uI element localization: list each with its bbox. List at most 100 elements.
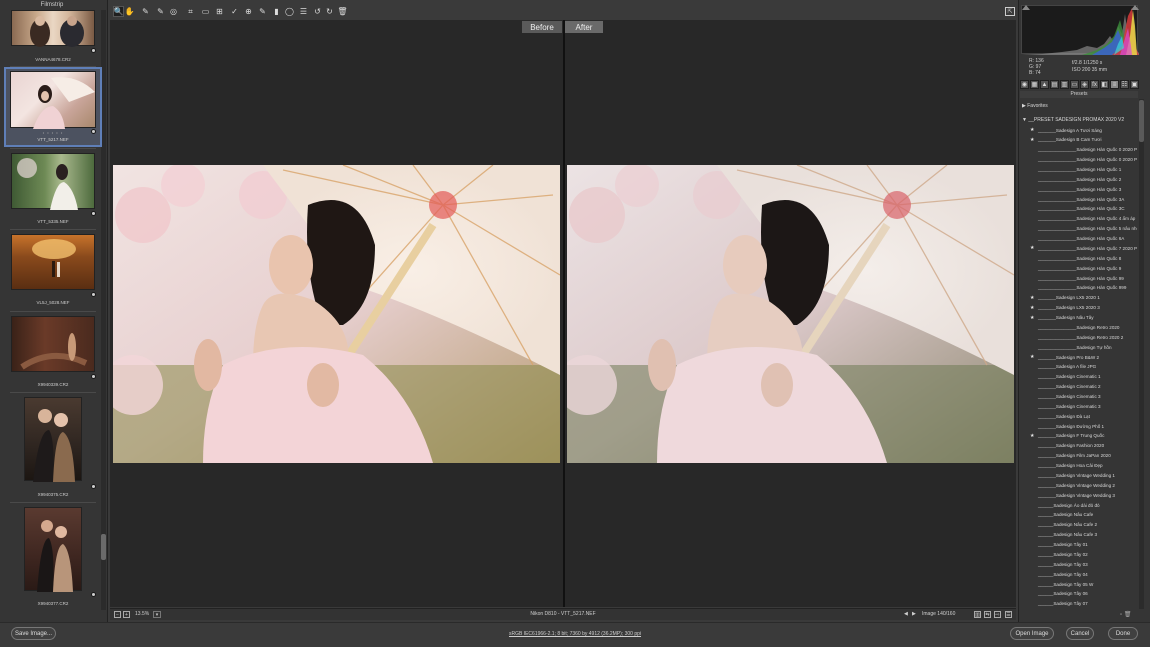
- preset-item[interactable]: ★ _______Sadesign F Trung Quốc: [1020, 432, 1137, 441]
- favorites-group[interactable]: ▶ Favorites: [1022, 103, 1137, 109]
- preview-image-before[interactable]: [113, 165, 560, 463]
- open-image-button[interactable]: Open Image: [1010, 627, 1054, 640]
- filmstrip-scrollbar-thumb[interactable]: [101, 534, 106, 560]
- preset-item[interactable]: ★ _______Sadesign B Cam Tươi: [1020, 136, 1137, 145]
- preset-item[interactable]: _______Sadesign Vintage Wedding 2: [1020, 481, 1137, 490]
- preset-item[interactable]: _______________Sadesign Hàn Quốc 99: [1020, 274, 1137, 283]
- preset-item[interactable]: _______________Sadesign Hàn Quốc 3: [1020, 185, 1137, 194]
- preset-item[interactable]: _______________Sadesign Retro 2020 2: [1020, 333, 1137, 342]
- preset-item[interactable]: _______Sadesign Cinematic 2: [1020, 383, 1137, 392]
- effects-icon[interactable]: fx: [1090, 80, 1099, 89]
- cancel-button[interactable]: Cancel: [1066, 627, 1094, 640]
- transform-icon[interactable]: ⊞: [214, 6, 225, 17]
- preset-item[interactable]: ______Sadesign Tây 06: [1020, 590, 1137, 599]
- preset-item[interactable]: ______Sadesign Tây 01: [1020, 541, 1137, 550]
- preset-item[interactable]: ★ _______Sadesign LX5 2020 1: [1020, 294, 1137, 303]
- preferences-icon[interactable]: ☰: [298, 6, 309, 17]
- filmstrip-item[interactable]: VL5J_5028.NEF: [6, 233, 100, 308]
- favorite-star-icon[interactable]: ★: [1030, 295, 1034, 301]
- preset-item[interactable]: ★ _______Sadesign LX5 2020 3: [1020, 304, 1137, 313]
- hand-icon[interactable]: ✋: [124, 6, 135, 17]
- preset-item[interactable]: _______Sadesign Vintage Wedding 3: [1020, 491, 1137, 500]
- preset-item[interactable]: _______Sadesign A file JPG: [1020, 363, 1137, 372]
- rotate-right-icon[interactable]: ↻: [324, 6, 335, 17]
- basic-panel-icon[interactable]: ◉: [1020, 80, 1029, 89]
- filmstrip-item[interactable]: VTT_5335.NEF: [6, 152, 100, 227]
- favorite-star-icon[interactable]: ★: [1030, 433, 1034, 439]
- white-balance-icon[interactable]: ✎: [140, 6, 151, 17]
- preset-item[interactable]: ______Sadesign Áo dài đỏ đỏ: [1020, 501, 1137, 510]
- rating-stars[interactable]: • • • • •: [6, 130, 100, 135]
- preset-item[interactable]: ______Sadesign Tây 02: [1020, 550, 1137, 559]
- transform-panel-icon[interactable]: ◈: [1080, 80, 1089, 89]
- preset-item[interactable]: _______Sadesign Fashion 2020: [1020, 442, 1137, 451]
- preset-group[interactable]: ▼ __PRESET SADESIGN PROMAX 2020 V2: [1022, 117, 1137, 123]
- preset-item[interactable]: _______________Sadesign Hàn Quốc 3A: [1020, 195, 1137, 204]
- split-toning-icon[interactable]: ▥: [1060, 80, 1069, 89]
- adjustment-brush-icon[interactable]: ✎: [257, 6, 268, 17]
- preset-item[interactable]: ______Sadesign Tây 03: [1020, 560, 1137, 569]
- preset-item[interactable]: ★ _______________Sadesign Hàn Quốc 7 2020…: [1020, 244, 1137, 253]
- filmstrip-item[interactable]: X9940339.CR2: [6, 315, 100, 390]
- shadow-clipping-warning-icon[interactable]: [1022, 5, 1030, 10]
- preset-item[interactable]: _______Sadesign Hoa Cải Đẹp: [1020, 462, 1137, 471]
- fullscreen-toggle-button[interactable]: ⇱: [1005, 7, 1015, 16]
- preset-item[interactable]: ______Sadesign Nâu Cafe 3: [1020, 531, 1137, 540]
- radial-filter-icon[interactable]: ◯: [284, 6, 295, 17]
- presets-scrollbar[interactable]: [1139, 99, 1144, 609]
- preset-item[interactable]: ______Sadesign Tây 05 W: [1020, 580, 1137, 589]
- filmstrip-scrollbar[interactable]: [101, 10, 106, 610]
- zoom-icon[interactable]: 🔍: [113, 6, 124, 17]
- red-eye-icon[interactable]: ⊕: [243, 6, 254, 17]
- snapshot-stack-icon[interactable]: ▣: [1130, 80, 1139, 89]
- preset-item[interactable]: ★ _______Sadesign A Tươi Sáng: [1020, 126, 1137, 135]
- straighten-icon[interactable]: ▭: [200, 6, 211, 17]
- preset-item[interactable]: _______________Sadesign Hàn Quốc 5 nâu n…: [1020, 225, 1137, 234]
- filmstrip-item[interactable]: X9940375.CR2: [6, 396, 100, 502]
- preset-item[interactable]: _______________Sadesign Hàn Quốc 999: [1020, 284, 1137, 293]
- preset-item[interactable]: _______Sadesign Film JaPan 2020: [1020, 452, 1137, 461]
- preset-item[interactable]: ______Sadesign Nâu Cafe 2: [1020, 521, 1137, 530]
- favorite-star-icon[interactable]: ★: [1030, 245, 1034, 251]
- favorite-star-icon[interactable]: ★: [1030, 127, 1034, 133]
- trash-icon[interactable]: 🗑: [337, 6, 348, 17]
- preset-item[interactable]: _______________Sadesign Hàn Quốc 1: [1020, 165, 1137, 174]
- workflow-options-link[interactable]: sRGB IEC61966-2.1; 8 bit; 7360 by 4912 (…: [0, 631, 1150, 637]
- preset-item[interactable]: _______________Sadesign Hàn Quốc 3C: [1020, 205, 1137, 214]
- preset-item[interactable]: _______________Sadesign Hàn Quốc 9: [1020, 264, 1137, 273]
- filmstrip-item[interactable]: X9940377.CR2: [6, 506, 100, 610]
- preset-item[interactable]: _______________Sadesign Tự hồn: [1020, 343, 1137, 352]
- previous-image-button[interactable]: ◀: [904, 611, 908, 617]
- preset-item[interactable]: _______________Sadesign Hàn Quốc 6A: [1020, 235, 1137, 244]
- preset-item[interactable]: _______________Sadesign Retro 2020: [1020, 323, 1137, 332]
- targeted-adjustment-icon[interactable]: ◎: [168, 6, 179, 17]
- preset-item[interactable]: ★ _______Sadesign Pro B&W 2: [1020, 353, 1137, 362]
- spot-removal-icon[interactable]: ✓: [229, 6, 240, 17]
- preset-item[interactable]: ______Sadesign Tây 07: [1020, 600, 1137, 609]
- tone-curve-icon[interactable]: ▦: [1030, 80, 1039, 89]
- preset-item[interactable]: _______Sadesign Đường Phố 1: [1020, 422, 1137, 431]
- graduated-filter-icon[interactable]: ▮: [271, 6, 282, 17]
- preview-preferences-icon[interactable]: ☰: [1005, 611, 1012, 618]
- preset-item[interactable]: _______Sadesign Đà Lạt: [1020, 412, 1137, 421]
- preset-item[interactable]: _______________Sadesign Hàn Quốc 0 2020 …: [1020, 146, 1137, 155]
- preset-item[interactable]: _______Sadesign Cinematic 3: [1020, 402, 1137, 411]
- preset-item[interactable]: _______________Sadesign Hàn Quốc 4 ẩm áp: [1020, 215, 1137, 224]
- swap-before-after-icon[interactable]: ⇆: [984, 611, 991, 618]
- hsl-icon[interactable]: ▤: [1050, 80, 1059, 89]
- snapshots-icon[interactable]: ☷: [1120, 80, 1129, 89]
- done-button[interactable]: Done: [1108, 627, 1138, 640]
- calibration-icon[interactable]: ◧: [1100, 80, 1109, 89]
- lens-corrections-icon[interactable]: ▭: [1070, 80, 1079, 89]
- delete-preset-icon[interactable]: 🗑: [1124, 612, 1132, 618]
- rotate-left-icon[interactable]: ↺: [312, 6, 323, 17]
- copy-settings-icon[interactable]: ⇨: [994, 611, 1001, 618]
- preset-item[interactable]: _______Sadesign Cinematic 3: [1020, 392, 1137, 401]
- preset-item[interactable]: ★ _______Sadesign Nâu Tây: [1020, 314, 1137, 323]
- highlight-clipping-warning-icon[interactable]: [1131, 5, 1139, 10]
- preset-item[interactable]: ______Sadesign Tây 04: [1020, 570, 1137, 579]
- presets-scrollbar-thumb[interactable]: [1139, 100, 1144, 142]
- preset-item[interactable]: _______Sadesign Vintage Wedding 1: [1020, 471, 1137, 480]
- preset-item[interactable]: _______________Sadesign Hàn Quốc 2: [1020, 175, 1137, 184]
- preview-image-after[interactable]: [567, 165, 1014, 463]
